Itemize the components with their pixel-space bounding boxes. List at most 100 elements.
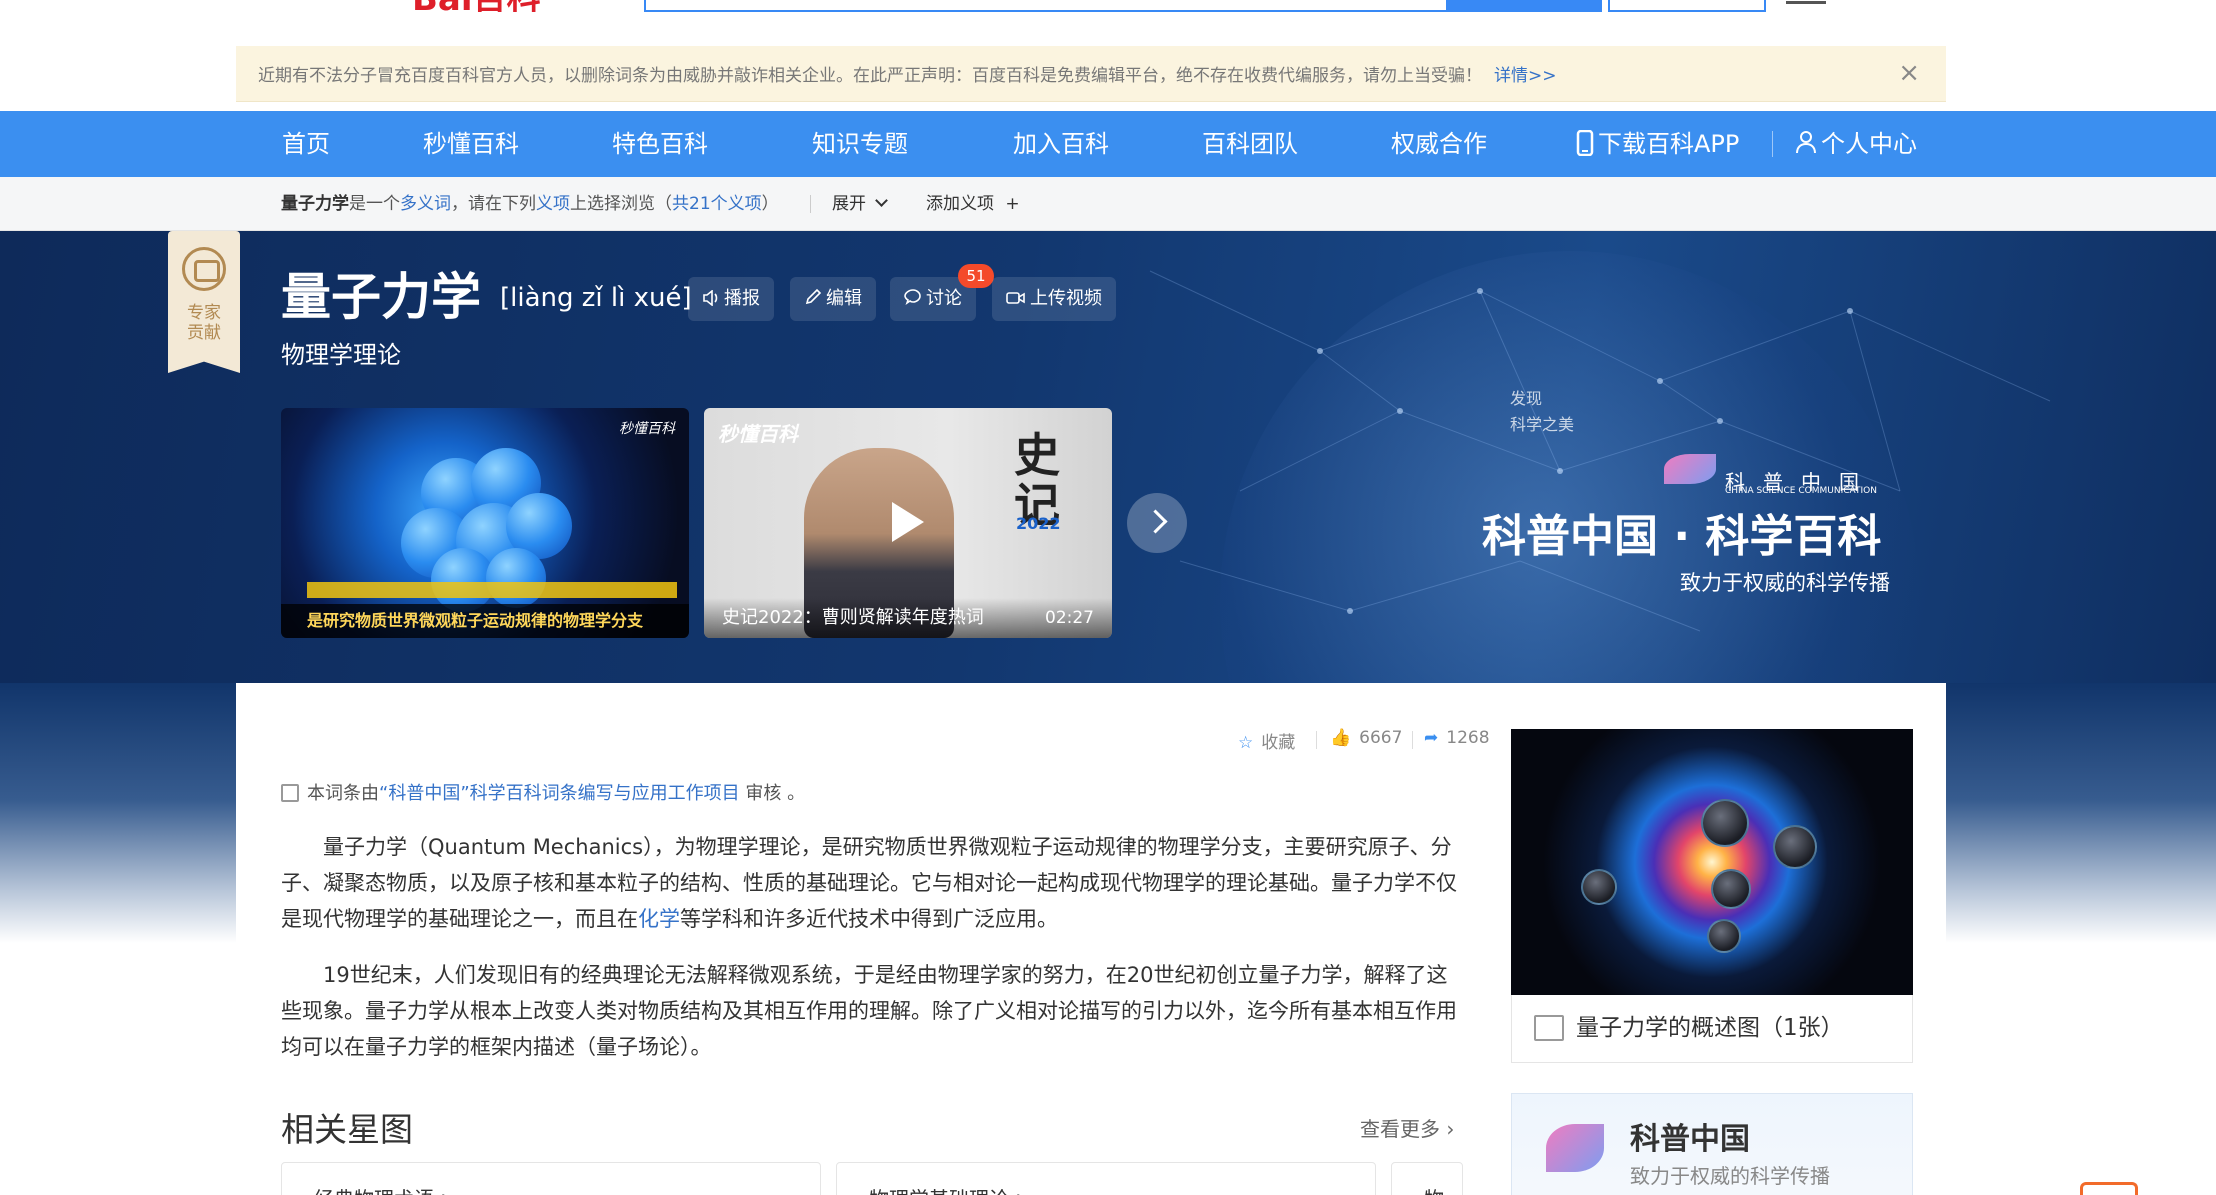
kepu-logo-en: CHINA SCIENCE COMMUNICATION bbox=[1725, 486, 1877, 496]
favorite-button[interactable]: ☆ 收藏 bbox=[1238, 728, 1295, 753]
top-header: Bai百科 bbox=[0, 0, 2216, 46]
polysemy-text-please: ，请在下列 bbox=[451, 194, 536, 214]
pinyin: [liàng zǐ lì xué] bbox=[500, 283, 692, 313]
play-icon[interactable] bbox=[892, 502, 924, 542]
polysemy-divider bbox=[810, 195, 811, 213]
notice-banner: 近期有不法分子冒充百度百科官方人员，以删除词条为由威胁并敲诈相关企业。在此严正声… bbox=[236, 46, 1946, 102]
summary-paragraph-2: 19世纪末，人们发现旧有的经典理论无法解释微观系统，于是经由物理学家的努力，在2… bbox=[281, 963, 1457, 1059]
video1-brand: 秒懂百科 bbox=[619, 421, 675, 437]
download-app-label: 下载百科APP bbox=[1598, 130, 1740, 158]
promo-tagline: 发现 科学之美 bbox=[1510, 386, 1574, 438]
see-more-link[interactable]: 查看更多 › bbox=[1360, 1113, 1454, 1142]
related-card-2[interactable]: 物理学基础理论 > bbox=[836, 1162, 1376, 1195]
expert-badge-label: 专家贡献 bbox=[187, 303, 221, 343]
carousel-next-button[interactable] bbox=[1127, 493, 1187, 553]
search-input[interactable] bbox=[644, 0, 1448, 12]
add-meaning-button[interactable]: 添加义项 + bbox=[926, 177, 1020, 231]
search-button[interactable] bbox=[1448, 0, 1602, 12]
see-more-label: 查看更多 bbox=[1360, 1117, 1440, 1141]
plus-icon: + bbox=[1005, 194, 1020, 214]
expert-contribution-badge[interactable]: 专家贡献 bbox=[168, 231, 240, 373]
add-meaning-label: 添加义项 bbox=[926, 194, 994, 214]
discuss-count-badge: 51 bbox=[958, 264, 994, 288]
review-project-link[interactable]: “科普中国”科学百科词条编写与应用工作项目 bbox=[379, 783, 740, 804]
document-icon bbox=[281, 784, 299, 802]
nav-item-featured[interactable]: 特色百科 bbox=[612, 111, 708, 177]
kepu-card[interactable]: 科普中国 致力于权威的科学传播 bbox=[1511, 1093, 1913, 1195]
main-nav: 首页 秒懂百科 特色百科 知识专题 加入百科 百科团队 权威合作 下载百科APP… bbox=[0, 111, 2216, 177]
promo-tagline-line1: 发现 bbox=[1510, 389, 1543, 408]
video2-year: 2022 bbox=[1016, 514, 1061, 533]
video1-caption: 是研究物质世界微观粒子运动规律的物理学分支 bbox=[281, 604, 689, 638]
polysemy-link[interactable]: 多义词 bbox=[400, 194, 451, 214]
baike-logo[interactable]: Bai百科 bbox=[412, 0, 632, 12]
user-icon bbox=[1796, 131, 1816, 154]
close-icon[interactable]: × bbox=[1898, 60, 1920, 86]
image-gallery-icon bbox=[1534, 1015, 1564, 1041]
nav-item-team[interactable]: 百科团队 bbox=[1202, 111, 1298, 177]
nav-divider bbox=[1772, 131, 1773, 157]
meaning-count-link[interactable]: 共21个义项 bbox=[672, 194, 762, 214]
kepu-logo-icon bbox=[1546, 1124, 1604, 1172]
page-subtitle: 物理学理论 bbox=[281, 341, 401, 369]
floating-widget-icon[interactable] bbox=[2080, 1182, 2138, 1195]
image-caption[interactable]: 量子力学的概述图（1张） bbox=[1511, 995, 1913, 1063]
chemistry-link[interactable]: 化学 bbox=[638, 907, 680, 931]
upload-video-button[interactable]: 上传视频 bbox=[992, 277, 1116, 321]
phone-icon bbox=[1576, 129, 1594, 157]
personal-center-link[interactable]: 个人中心 bbox=[1795, 111, 1917, 177]
image-caption-label: 量子力学的概述图（1张） bbox=[1576, 1015, 1844, 1041]
kepu-card-slogan: 致力于权威的科学传播 bbox=[1630, 1164, 1830, 1188]
nav-item-authority[interactable]: 权威合作 bbox=[1391, 111, 1487, 177]
expand-button[interactable]: 展开 bbox=[832, 177, 889, 231]
polysemy-text-close: ） bbox=[761, 194, 779, 214]
meaning-link[interactable]: 义项 bbox=[536, 194, 570, 214]
video2-duration: 02:27 bbox=[1045, 608, 1094, 628]
chevron-right-icon: › bbox=[1446, 1117, 1455, 1141]
notice-text: 近期有不法分子冒充百度百科官方人员，以删除词条为由威胁并敲诈相关企业。在此严正声… bbox=[258, 66, 1482, 86]
chevron-down-icon bbox=[875, 194, 889, 207]
stats-divider bbox=[1412, 731, 1413, 749]
expand-label: 展开 bbox=[832, 194, 866, 214]
image-orb bbox=[1711, 869, 1751, 909]
favorite-label: 收藏 bbox=[1261, 733, 1296, 753]
polysemy-bar: 量子力学是一个多义词，请在下列义项上选择浏览（共21个义项） 展开 添加义项 + bbox=[0, 177, 2216, 231]
image-orb bbox=[1581, 869, 1617, 905]
page-title: 量子力学 bbox=[281, 268, 481, 326]
upload-video-label: 上传视频 bbox=[1030, 288, 1102, 309]
related-card-1[interactable]: 经典物理术语 > bbox=[281, 1162, 821, 1195]
video1-title-bar bbox=[307, 582, 677, 598]
edit-button[interactable]: 编辑 bbox=[790, 277, 876, 321]
notice-more-link[interactable]: 详情>> bbox=[1494, 61, 1557, 86]
nav-item-miaodong[interactable]: 秒懂百科 bbox=[423, 111, 519, 177]
polysemy-text-browse: 上选择浏览（ bbox=[570, 194, 672, 214]
like-count: 6667 bbox=[1359, 728, 1403, 748]
like-button[interactable]: 👍 6667 bbox=[1330, 728, 1402, 748]
share-button[interactable]: ➦ 1268 bbox=[1424, 728, 1490, 748]
summary-paragraph-1: 量子力学（Quantum Mechanics），为物理学理论，是研究物质世界微观… bbox=[281, 829, 1463, 937]
kepu-logo-icon bbox=[1664, 454, 1716, 484]
broadcast-button[interactable]: 播报 bbox=[688, 277, 774, 321]
thumbs-up-icon: 👍 bbox=[1330, 728, 1352, 748]
summary-image[interactable] bbox=[1511, 729, 1913, 995]
video-card-2[interactable]: 秒懂百科 史记 2022 史记2022：曹则贤解读年度热词 02:27 bbox=[704, 408, 1112, 638]
polysemy-text-is: 是一个 bbox=[349, 194, 400, 214]
nav-item-home[interactable]: 首页 bbox=[282, 111, 330, 177]
star-icon: ☆ bbox=[1238, 733, 1254, 753]
comment-icon bbox=[904, 289, 921, 305]
user-menu-icon[interactable] bbox=[1786, 0, 1826, 4]
share-count: 1268 bbox=[1446, 728, 1490, 748]
promo-title: 科普中国 · 科学百科 bbox=[1482, 511, 1882, 562]
related-card-3[interactable]: 物理 bbox=[1391, 1162, 1463, 1195]
para1-text-b: 等学科和许多近代技术中得到广泛应用。 bbox=[680, 907, 1058, 931]
related-section-title: 相关星图 bbox=[281, 1110, 413, 1149]
search-secondary-button[interactable] bbox=[1608, 0, 1766, 12]
video-card-1[interactable]: 秒懂百科 是研究物质世界微观粒子运动规律的物理学分支 bbox=[281, 408, 689, 638]
nav-item-topics[interactable]: 知识专题 bbox=[812, 111, 908, 177]
image-orb bbox=[1707, 919, 1741, 953]
polysemy-text: 量子力学是一个多义词，请在下列义项上选择浏览（共21个义项） bbox=[281, 177, 779, 231]
review-prefix: 本词条由 bbox=[307, 783, 379, 804]
edit-label: 编辑 bbox=[826, 288, 862, 309]
nav-item-join[interactable]: 加入百科 bbox=[1013, 111, 1109, 177]
download-app-link[interactable]: 下载百科APP bbox=[1576, 111, 1739, 177]
